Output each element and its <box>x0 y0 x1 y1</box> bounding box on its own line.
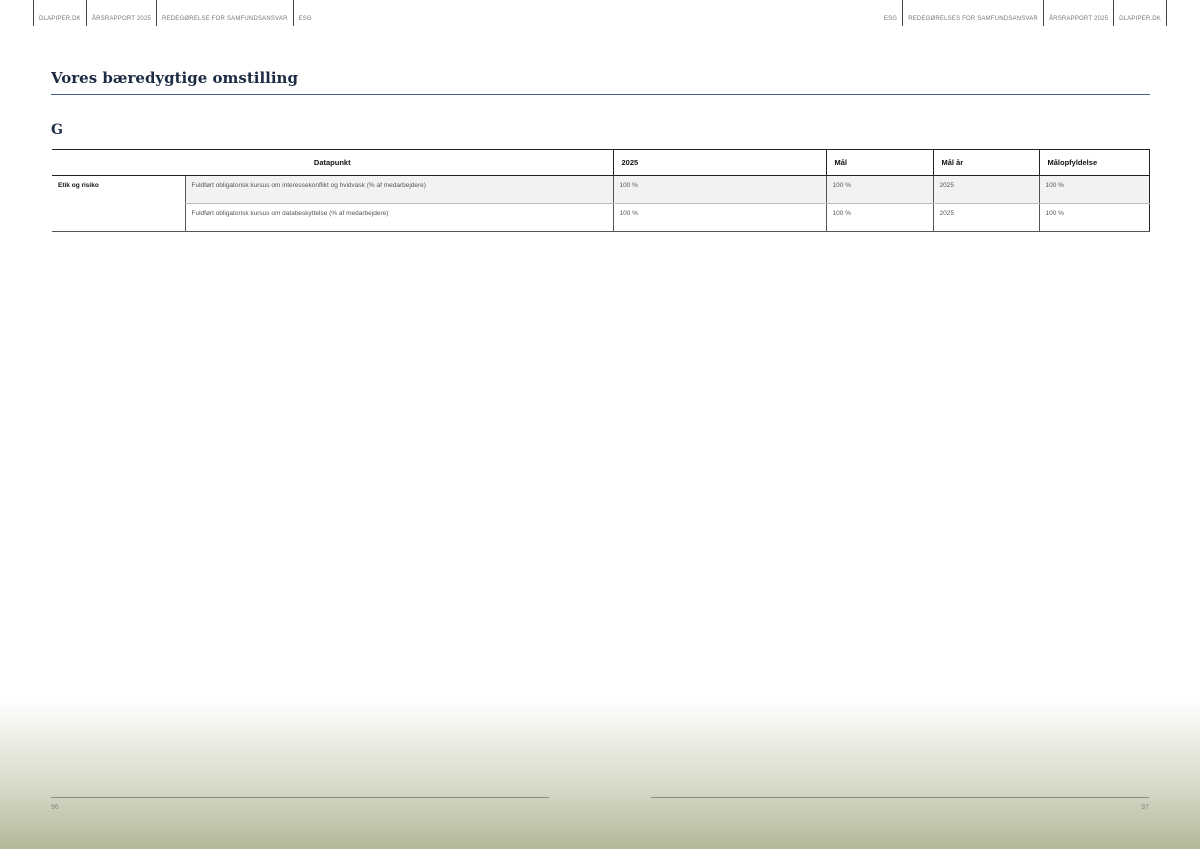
nav-item-esg[interactable]: ESG <box>879 0 904 26</box>
nav-item-annual-report[interactable]: ÅRSRAPPORT 2025 <box>85 0 156 26</box>
nav-item-csr-report[interactable]: REDEGØRELSE FOR SAMFUNDSANSVAR <box>156 0 293 26</box>
page-title: Vores bæredygtige omstilling <box>51 69 298 87</box>
nav-item-annual-report[interactable]: ÅRSRAPPORT 2025 <box>1044 0 1115 26</box>
target-cell: 100 % <box>825 203 934 232</box>
datapoint-cell: Fuldført obligatorisk kursus om databesk… <box>184 203 614 232</box>
value-2025-cell: 100 % <box>612 175 827 204</box>
footer-divider-left <box>51 797 549 798</box>
column-header-2025: 2025 <box>612 149 827 176</box>
column-header-target: Mål <box>825 149 934 176</box>
nav-item-csr-report[interactable]: REDEGØRELSES FOR SAMFUNDSANSVAR <box>903 0 1044 26</box>
header-nav-left: DLAPIPER.DK ÅRSRAPPORT 2025 REDEGØRELSE … <box>33 0 317 26</box>
nav-item-esg[interactable]: ESG <box>292 0 317 26</box>
section-heading: G <box>51 122 63 138</box>
table-row: Fuldført obligatorisk kursus om databesk… <box>52 203 1150 232</box>
nav-item-website[interactable]: DLAPIPER.DK <box>1114 0 1167 26</box>
column-header-datapunkt: Datapunkt <box>52 149 614 176</box>
page-number-right: 97 <box>1141 804 1149 811</box>
title-divider <box>51 94 1150 95</box>
fulfillment-cell: 100 % <box>1038 203 1150 232</box>
category-cell: Etik og risiko <box>52 175 185 232</box>
page-number-left: 96 <box>51 804 59 811</box>
value-2025-cell: 100 % <box>612 203 827 232</box>
footer-divider-right <box>651 797 1149 798</box>
column-header-target-year: Mål år <box>932 149 1040 176</box>
header-nav-right: ESG REDEGØRELSES FOR SAMFUNDSANSVAR ÅRSR… <box>879 0 1167 26</box>
target-cell: 100 % <box>825 175 934 204</box>
esg-data-table: Datapunkt 2025 Mål Mål år Målopfyldelse … <box>52 149 1150 232</box>
target-year-cell: 2025 <box>932 175 1040 204</box>
bottom-gradient-band <box>0 699 1200 849</box>
column-header-fulfillment: Målopfyldelse <box>1038 149 1150 176</box>
table-row: Etik og risiko Fuldført obligatorisk kur… <box>52 175 1150 232</box>
datapoint-cell: Fuldført obligatorisk kursus om interess… <box>184 175 614 204</box>
table-header-row: Datapunkt 2025 Mål Mål år Målopfyldelse <box>52 149 1150 176</box>
fulfillment-cell: 100 % <box>1038 175 1150 204</box>
target-year-cell: 2025 <box>932 203 1040 232</box>
nav-item-website[interactable]: DLAPIPER.DK <box>33 0 86 26</box>
